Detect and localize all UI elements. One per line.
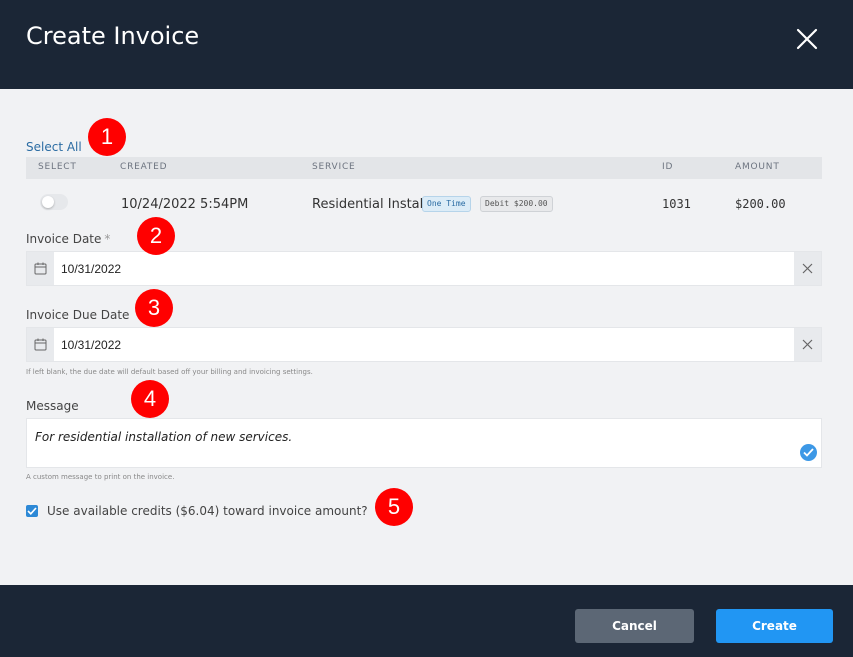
invoice-date-label: Invoice Date * <box>26 232 110 246</box>
column-header-amount: AMOUNT <box>735 162 780 172</box>
column-header-service: SERVICE <box>312 162 356 172</box>
close-icon[interactable] <box>792 24 822 54</box>
calendar-icon <box>27 328 54 361</box>
due-date-hint: If left blank, the due date will default… <box>26 368 313 376</box>
table-header: SELECT CREATED SERVICE ID AMOUNT <box>26 157 822 179</box>
message-hint: A custom message to print on the invoice… <box>26 473 175 481</box>
marker-badge: 2 <box>137 217 175 255</box>
credits-label: Use available credits ($6.04) toward inv… <box>47 504 368 518</box>
marker-badge: 1 <box>88 118 126 156</box>
required-mark: * <box>104 232 111 246</box>
message-label: Message <box>26 399 79 413</box>
select-all-link[interactable]: Select All <box>26 140 82 154</box>
check-circle-icon <box>800 444 817 461</box>
invoice-date-field[interactable]: 10/31/2022 <box>26 251 822 286</box>
credits-checkbox[interactable] <box>26 505 38 517</box>
select-toggle[interactable] <box>40 194 68 210</box>
modal-footer: Cancel Create <box>0 585 853 657</box>
toggle-knob <box>42 196 54 208</box>
created-cell: 10/24/2022 5:54PM <box>121 197 249 212</box>
amount-cell: $200.00 <box>735 197 786 211</box>
id-cell: 1031 <box>662 197 691 211</box>
due-date-label: Invoice Due Date <box>26 308 130 322</box>
column-header-id: ID <box>662 162 674 172</box>
invoice-date-value: 10/31/2022 <box>61 262 122 276</box>
column-header-created: CREATED <box>120 162 168 172</box>
modal-title: Create Invoice <box>26 22 200 50</box>
due-date-field[interactable]: 10/31/2022 <box>26 327 822 362</box>
service-cell: Residential Install <box>312 197 427 212</box>
one-time-badge: One Time <box>422 196 471 212</box>
calendar-icon <box>27 252 54 285</box>
message-text: For residential installation of new serv… <box>35 430 293 444</box>
invoice-date-label-text: Invoice Date <box>26 232 102 246</box>
due-date-value: 10/31/2022 <box>61 338 122 352</box>
modal-header: Create Invoice <box>0 0 853 89</box>
clear-icon[interactable] <box>794 252 821 285</box>
column-header-select: SELECT <box>38 162 77 172</box>
cancel-button[interactable]: Cancel <box>575 609 694 643</box>
marker-badge: 3 <box>135 289 173 327</box>
debit-badge: Debit $200.00 <box>480 196 553 212</box>
clear-icon[interactable] <box>794 328 821 361</box>
marker-badge: 5 <box>375 488 413 526</box>
table-row: 10/24/2022 5:54PM Residential Install On… <box>26 186 822 220</box>
create-button[interactable]: Create <box>716 609 833 643</box>
marker-badge: 4 <box>131 380 169 418</box>
message-textarea[interactable]: For residential installation of new serv… <box>26 418 822 468</box>
